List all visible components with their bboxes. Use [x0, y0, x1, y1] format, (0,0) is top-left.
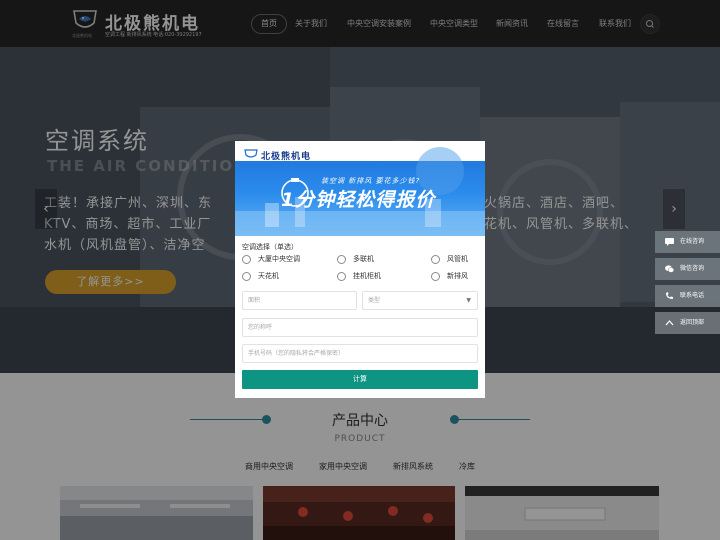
type-select-placeholder: 类型: [368, 297, 381, 304]
radio-circle: [337, 255, 346, 264]
float-label: 在线咨询: [680, 238, 705, 245]
chat-icon: [665, 238, 674, 246]
radio-label: 新排风: [447, 272, 468, 280]
float-online-consult[interactable]: 在线咨询: [655, 231, 720, 253]
float-back-to-top[interactable]: 返回顶部: [655, 312, 720, 334]
float-wechat-consult[interactable]: 微信咨询: [655, 258, 720, 280]
arrow-up-icon: [665, 320, 674, 326]
radio-circle: [242, 272, 251, 281]
float-label: 微信咨询: [680, 265, 705, 272]
float-label: 返回顶部: [680, 319, 705, 326]
float-label: 联系电话: [680, 292, 705, 299]
name-input[interactable]: 您的称呼: [242, 318, 478, 337]
modal-brand: 北极熊机电: [261, 152, 312, 162]
radio-label: 多联机: [353, 255, 374, 263]
radio-circle: [242, 255, 251, 264]
float-phone[interactable]: 联系电话: [655, 285, 720, 307]
area-input[interactable]: 面积: [242, 291, 357, 310]
ac-choice-label: 空调选择（单选）: [242, 243, 298, 251]
radio-circle: [431, 272, 440, 281]
chevron-down-icon: ▼: [466, 297, 471, 304]
radio-label: 天花机: [258, 272, 279, 280]
phone-input[interactable]: 手机号码（您的隐私将会严格保密）: [242, 344, 478, 363]
modal-headline: 1分钟轻松得报价: [281, 189, 436, 211]
wechat-icon: [665, 265, 674, 273]
radio-circle: [337, 272, 346, 281]
phone-icon: [666, 292, 673, 299]
radio-label: 大厦中央空调: [258, 255, 300, 263]
radio-label: 挂机柜机: [353, 272, 381, 280]
calculate-button[interactable]: 计算: [242, 370, 478, 389]
type-select[interactable]: 类型 ▼: [362, 291, 478, 310]
modal-close-button[interactable]: X: [473, 142, 485, 154]
radio-circle: [431, 255, 440, 264]
modal-logo-icon: [244, 149, 258, 158]
quote-modal: 北极熊机电 装空调 新排风 要花多少钱? 1分钟轻松得报价 X 空调选择（单选）…: [235, 141, 485, 398]
modal-banner: 北极熊机电 装空调 新排风 要花多少钱? 1分钟轻松得报价: [235, 141, 485, 236]
radio-label: 风管机: [447, 255, 468, 263]
